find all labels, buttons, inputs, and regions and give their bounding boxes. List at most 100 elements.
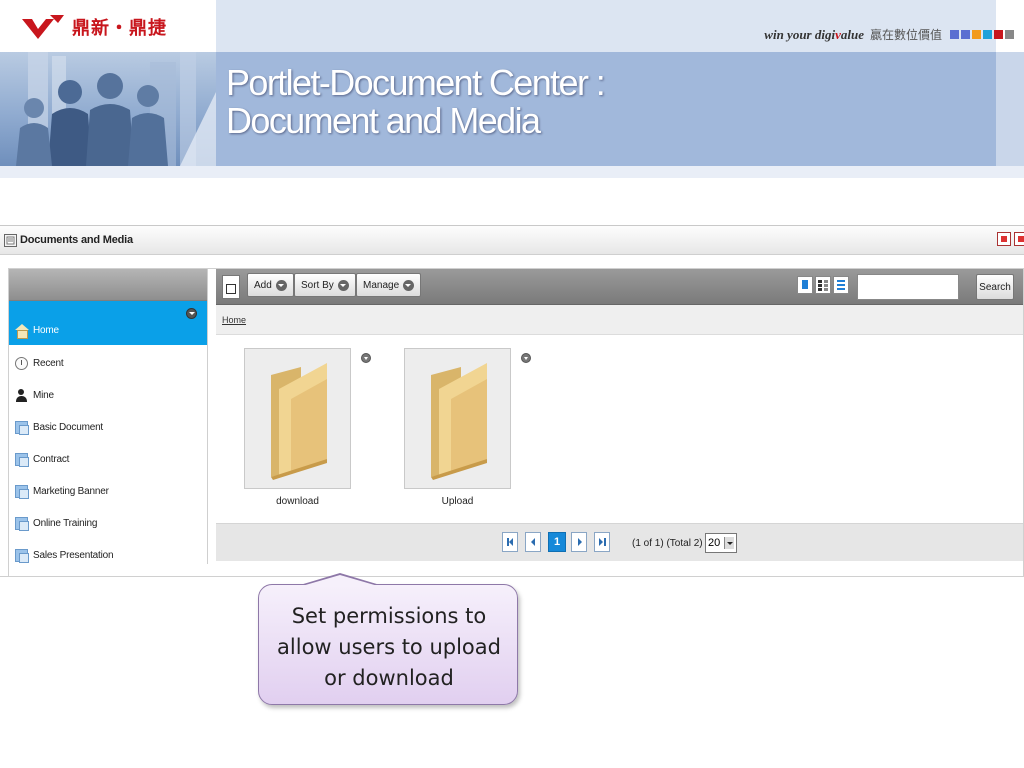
folder-icon [15, 420, 29, 435]
file-name[interactable]: Upload [404, 496, 511, 507]
folder-icon [15, 452, 29, 467]
next-page-button[interactable] [571, 532, 587, 552]
manage-button[interactable]: Manage [356, 273, 422, 297]
page-size-select[interactable]: 20 [705, 533, 737, 553]
slide-title-line-1: Portlet-Document Center : [226, 62, 606, 103]
folder-item[interactable]: download [244, 348, 371, 507]
minimize-icon[interactable] [997, 232, 1011, 246]
callout-line-2: allow users to upload [277, 635, 501, 659]
tagline-prefix: win your digi [764, 26, 836, 42]
breadcrumb: Home [216, 305, 1023, 335]
pagination-info: (1 of 1) (Total 2) [632, 538, 703, 549]
document-library-main: Add Sort By Manage Search Home download … [216, 269, 1023, 564]
folder-icon [15, 484, 29, 499]
sidebar-item-online-training[interactable]: Online Training [9, 507, 207, 539]
slide-title-line-2: Document and Media [226, 100, 541, 141]
header-right-strip [996, 52, 1024, 166]
first-page-button[interactable] [502, 532, 518, 552]
tagline-square [983, 30, 992, 39]
chevron-down-icon [403, 279, 415, 291]
chevron-down-icon [727, 542, 733, 545]
folder-icon [431, 363, 487, 480]
file-name[interactable]: download [244, 496, 351, 507]
search-input[interactable] [857, 274, 959, 300]
sidebar-item-contract[interactable]: Contract [9, 443, 207, 475]
brand-name: 鼎新‧鼎捷 [72, 18, 167, 39]
sidebar-item-label: Mine [33, 389, 54, 401]
descriptive-view-button[interactable] [815, 276, 831, 294]
callout-line-3: or download [324, 666, 454, 690]
current-page[interactable]: 1 [548, 532, 566, 552]
folder-thumbnail[interactable] [404, 348, 511, 489]
portlet-body: Home Recent Mine Basic Document Contract… [8, 268, 1024, 577]
portlet-titlebar: Documents and Media [0, 226, 1024, 255]
header-photo [0, 52, 216, 166]
tagline-suffix: alue [840, 26, 864, 42]
sidebar-item-label: Marketing Banner [33, 485, 109, 497]
sidebar-item-basic-document[interactable]: Basic Document [9, 411, 207, 443]
folder-icon [15, 548, 29, 563]
sidebar-header [9, 269, 207, 301]
select-all-checkbox[interactable] [222, 275, 240, 299]
file-grid: download Upload [216, 335, 1023, 523]
sidebar-item-recent[interactable]: Recent [9, 347, 207, 379]
sidebar-item-label: Online Training [33, 517, 98, 529]
slide-title: Portlet-Document Center : Document and M… [226, 62, 606, 141]
callout-tail-inner [302, 575, 378, 586]
page-size-value: 20 [708, 537, 721, 549]
portlet-icon [4, 233, 17, 247]
breadcrumb-home-link[interactable]: Home [222, 315, 246, 325]
sidebar-item-marketing-banner[interactable]: Marketing Banner [9, 475, 207, 507]
last-page-button[interactable] [594, 532, 610, 552]
callout-line-1: Set permissions to [291, 604, 487, 628]
brand-logo-icon [22, 15, 64, 39]
brand-logo: 鼎新‧鼎捷 [20, 12, 167, 42]
clock-icon [15, 356, 28, 370]
home-options-icon[interactable] [186, 308, 197, 319]
folder-icon [15, 516, 29, 531]
previous-page-button[interactable] [525, 532, 541, 552]
manage-button-label: Manage [363, 279, 400, 291]
documents-media-portlet: Documents and Media Home Recent Mine Bas… [0, 225, 1024, 577]
sidebar-item-label: Contract [33, 453, 70, 465]
file-options-icon[interactable] [361, 353, 371, 363]
portlet-title: Documents and Media [20, 234, 133, 246]
sort-by-button[interactable]: Sort By [294, 273, 356, 297]
tagline-chinese: 贏在數位價值 [869, 28, 942, 42]
add-button[interactable]: Add [247, 273, 294, 297]
portlet-controls [994, 232, 1024, 246]
toolbar: Add Sort By Manage Search [216, 269, 1023, 305]
sidebar-item-label: Basic Document [33, 421, 104, 433]
add-button-label: Add [254, 279, 272, 291]
icon-view-button[interactable] [797, 276, 813, 294]
home-icon [15, 323, 29, 339]
callout-text: Set permissions to allow users to upload… [269, 601, 509, 694]
sidebar-item-label: Home [33, 324, 59, 336]
user-icon [15, 388, 28, 402]
file-options-icon[interactable] [521, 353, 531, 363]
business-people-image [16, 52, 216, 166]
chevron-down-icon [337, 279, 349, 291]
maximize-icon[interactable] [1014, 232, 1024, 246]
folder-item[interactable]: Upload [404, 348, 531, 507]
tagline-square [1005, 30, 1014, 39]
folder-icon [271, 363, 327, 480]
tagline-squares [950, 30, 1016, 39]
slide: 鼎新‧鼎捷 win your digivalue 贏在數位價值 Portlet-… [0, 0, 1024, 768]
tagline-square [972, 30, 981, 39]
folder-sidebar: Home Recent Mine Basic Document Contract… [9, 269, 208, 564]
list-view-button[interactable] [833, 276, 849, 294]
folder-thumbnail[interactable] [244, 348, 351, 489]
tagline-square [961, 30, 970, 39]
sidebar-item-home[interactable]: Home [9, 301, 207, 345]
callout-box: Set permissions to allow users to upload… [258, 584, 518, 705]
sidebar-item-label: Sales Presentation [33, 549, 114, 561]
chevron-down-icon [275, 279, 287, 291]
sidebar-item-mine[interactable]: Mine [9, 379, 207, 411]
sidebar-item-sales-presentation[interactable]: Sales Presentation [9, 539, 207, 571]
sidebar-item-label: Recent [33, 357, 64, 369]
sort-by-button-label: Sort By [301, 279, 334, 291]
tagline-english: win your digivalue [764, 27, 864, 43]
search-button[interactable]: Search [976, 274, 1014, 300]
tagline-square [950, 30, 959, 39]
